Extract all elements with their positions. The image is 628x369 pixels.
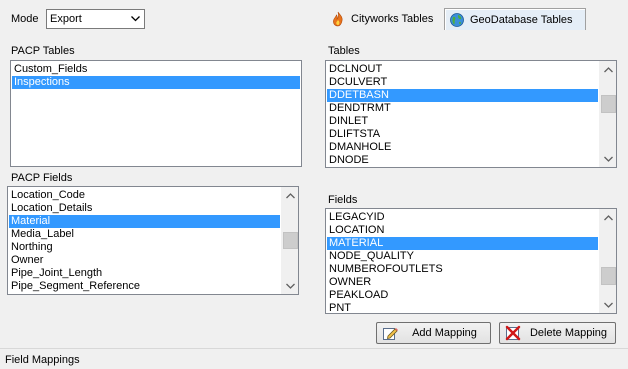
field-mappings-label: Field Mappings [5, 354, 80, 366]
tab-cityworks-tables[interactable]: Cityworks Tables [326, 8, 436, 30]
scroll-up-icon[interactable] [600, 61, 616, 78]
list-item[interactable]: DINLET [327, 115, 598, 128]
tables-scrollbar[interactable] [599, 61, 616, 167]
list-item[interactable]: Pipe_Joint_Length [9, 267, 280, 280]
list-item[interactable]: Media_Label [9, 228, 280, 241]
delete-mapping-button[interactable]: Delete Mapping [499, 322, 616, 344]
edit-pencil-icon [381, 324, 399, 342]
globe-icon [449, 12, 465, 28]
mode-label: Mode [11, 13, 39, 25]
list-item[interactable]: DNODE [327, 154, 598, 167]
fields-label: Fields [328, 194, 358, 206]
list-item[interactable]: PNT [327, 302, 598, 313]
list-item[interactable]: LEGACYID [327, 211, 598, 224]
mode-select[interactable]: Export [46, 9, 145, 29]
pacp-tables-label: PACP Tables [11, 45, 75, 57]
scroll-down-icon[interactable] [600, 150, 616, 167]
scroll-up-icon[interactable] [600, 209, 616, 226]
pacp-fields-label: PACP Fields [11, 172, 73, 184]
status-bar: Field Mappings [0, 348, 628, 369]
scroll-thumb[interactable] [283, 232, 298, 249]
list-item[interactable]: DLIFTSTA [327, 128, 598, 141]
pacp-fields-list[interactable]: Location_Code Location_Details Material … [7, 186, 299, 295]
list-item[interactable]: OWNER [327, 276, 598, 289]
mode-select-value: Export [50, 13, 82, 25]
list-item[interactable]: DCULVERT [327, 76, 598, 89]
list-item[interactable]: DCLNOUT [327, 63, 598, 76]
delete-mapping-label: Delete Mapping [529, 327, 608, 339]
cityworks-flame-icon [330, 11, 346, 27]
delete-x-icon [504, 324, 522, 342]
list-item[interactable]: Location_Details [9, 202, 280, 215]
tab-cityworks-tables-label: Cityworks Tables [351, 13, 434, 25]
list-item[interactable]: Pipe_Segment_Reference [9, 280, 280, 293]
list-item[interactable]: DMANHOLE [327, 141, 598, 154]
list-item[interactable]: NODE_QUALITY [327, 250, 598, 263]
scroll-thumb[interactable] [601, 267, 616, 285]
scroll-down-icon[interactable] [282, 277, 298, 294]
list-item-selected[interactable]: Inspections [12, 76, 300, 89]
fields-scrollbar[interactable] [599, 209, 616, 313]
tab-geodatabase-tables[interactable]: GeoDatabase Tables [444, 8, 586, 30]
list-item-selected[interactable]: Material [9, 215, 280, 228]
list-item[interactable]: Location_Code [9, 189, 280, 202]
scroll-up-icon[interactable] [282, 187, 298, 204]
list-item-selected[interactable]: MATERIAL [327, 237, 598, 250]
tables-label: Tables [328, 45, 360, 57]
list-item[interactable]: Northing [9, 241, 280, 254]
scroll-down-icon[interactable] [600, 296, 616, 313]
list-item[interactable]: Owner [9, 254, 280, 267]
chevron-down-icon[interactable] [127, 10, 144, 28]
list-item-selected[interactable]: DDETBASN [327, 89, 598, 102]
tables-list[interactable]: DCLNOUT DCULVERT DDETBASN DENDTRMT DINLE… [325, 60, 617, 168]
pacp-fields-scrollbar[interactable] [281, 187, 298, 294]
list-item[interactable]: Custom_Fields [12, 63, 300, 76]
list-item[interactable]: DENDTRMT [327, 102, 598, 115]
list-item[interactable]: PEAKLOAD [327, 289, 598, 302]
fields-list[interactable]: LEGACYID LOCATION MATERIAL NODE_QUALITY … [325, 208, 617, 314]
scroll-thumb[interactable] [601, 95, 616, 113]
list-item[interactable]: LOCATION [327, 224, 598, 237]
list-item[interactable]: NUMBEROFOUTLETS [327, 263, 598, 276]
pacp-tables-list[interactable]: Custom_Fields Inspections [10, 60, 302, 167]
tab-geodatabase-tables-label: GeoDatabase Tables [470, 13, 573, 26]
add-mapping-label: Add Mapping [412, 327, 477, 339]
add-mapping-button[interactable]: Add Mapping [376, 322, 491, 344]
